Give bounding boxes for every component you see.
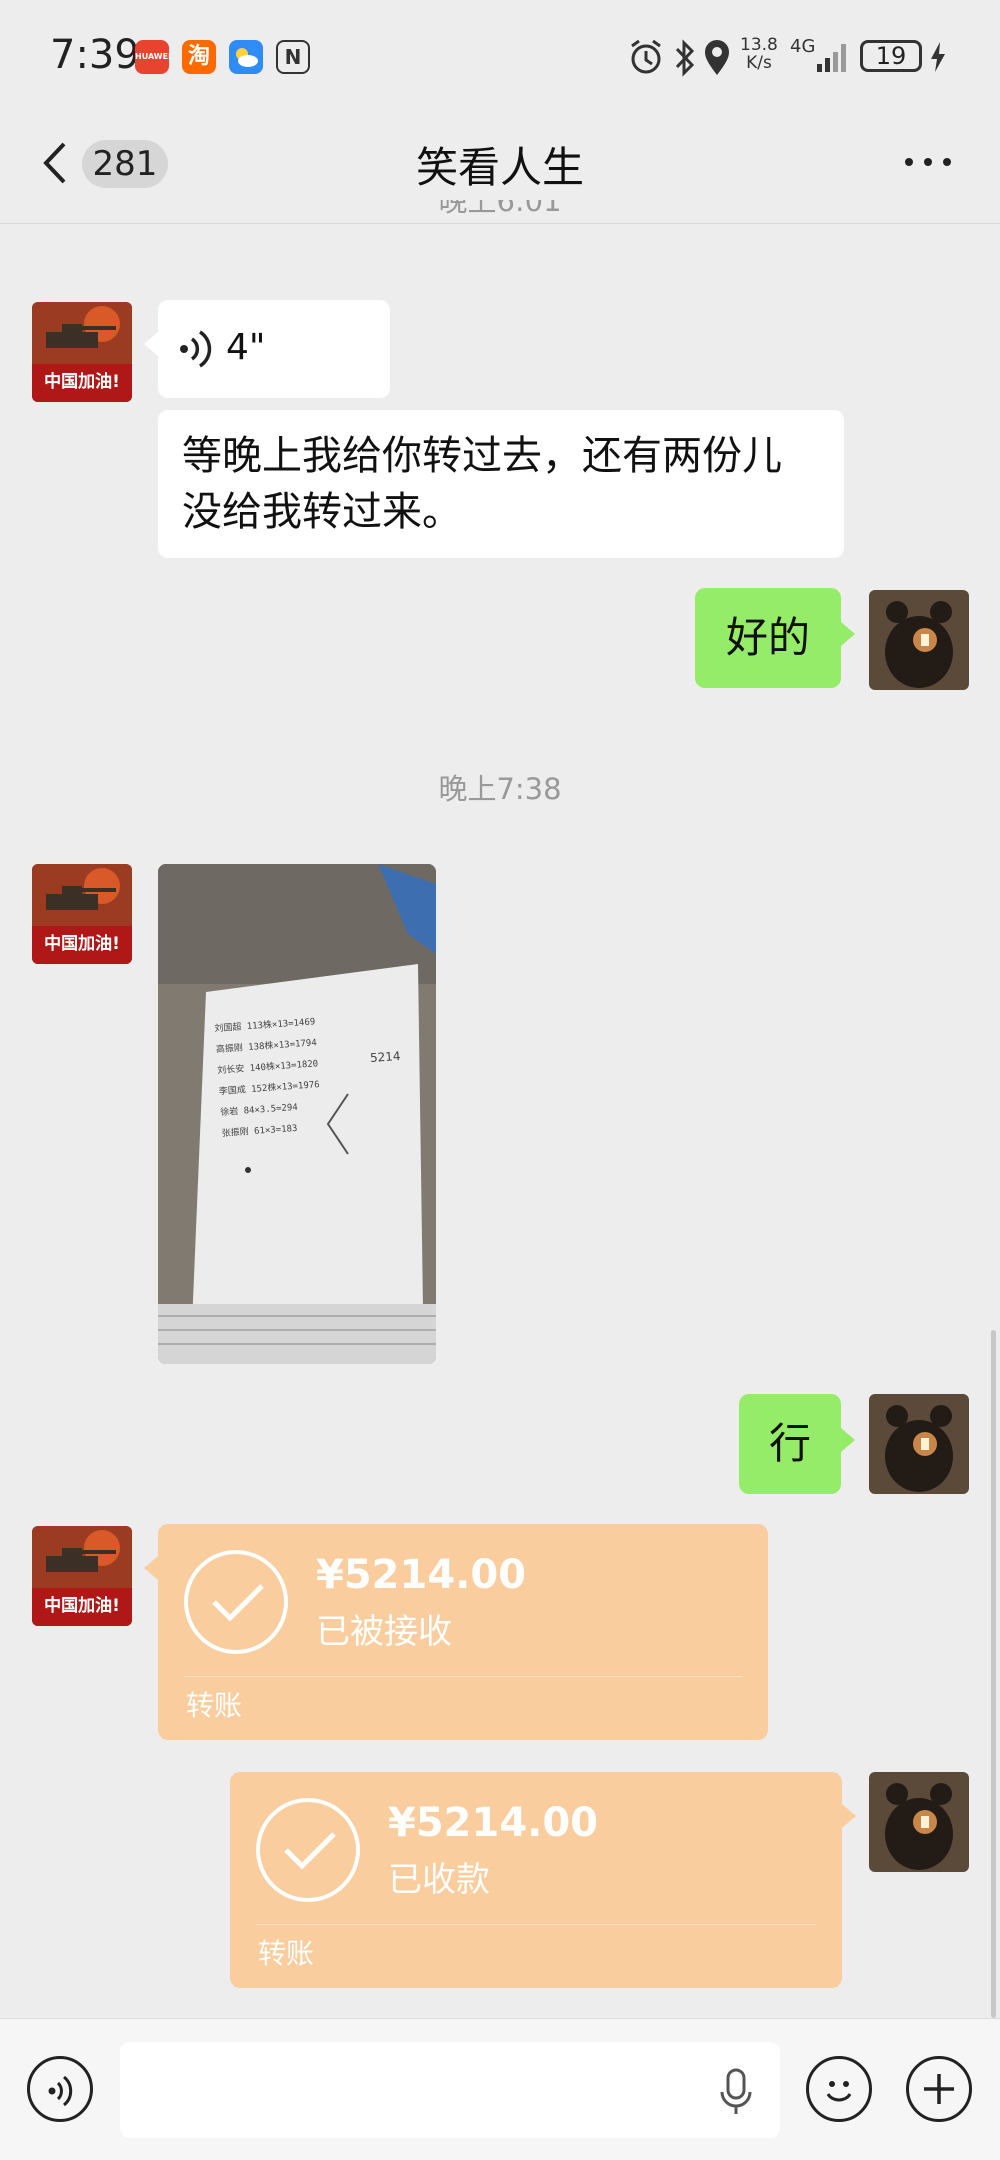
voice-input-toggle[interactable] xyxy=(27,2056,93,2122)
unread-count-badge[interactable]: 281 xyxy=(82,140,168,188)
timestamp: 晚上7:38 xyxy=(438,772,562,806)
more-options-button[interactable] xyxy=(900,142,960,182)
net-speed: 13.8 K/s xyxy=(740,35,778,73)
taobao-icon: 淘 xyxy=(182,40,216,74)
photo-total: 5214 xyxy=(369,1048,401,1066)
scrollbar[interactable] xyxy=(991,1330,996,2018)
my-avatar[interactable] xyxy=(869,1394,969,1494)
check-circle-icon xyxy=(184,1550,288,1654)
network-type: 4G xyxy=(790,36,816,57)
voice-icon xyxy=(48,2075,73,2107)
transfer-amount: ¥5214.00 xyxy=(316,1552,527,1598)
transfer-amount: ¥5214.00 xyxy=(388,1800,599,1846)
photo-message[interactable]: 刘国超 113株×13=1469 高振刚 138株×13=1794 刘长安 140株… xyxy=(158,864,436,1364)
my-avatar[interactable] xyxy=(869,1772,969,1872)
huawei-icon: HUAWEI xyxy=(135,40,171,74)
more-functions-button[interactable] xyxy=(906,2056,972,2122)
chat-title: 笑看人生 xyxy=(415,143,584,192)
photo-handwriting: 刘国超 113株×13=1469 高振刚 138株×13=1794 刘长安 140株… xyxy=(214,1017,321,1140)
transfer-divider xyxy=(184,1676,742,1677)
avatar-caption: 中国加油! xyxy=(44,1596,120,1616)
smiley-icon xyxy=(826,2081,852,2102)
my-avatar[interactable] xyxy=(869,590,969,690)
location-icon xyxy=(703,38,731,82)
reply-message-xing[interactable]: 行 xyxy=(739,1394,855,1494)
voice-wave-icon xyxy=(180,330,212,368)
weather-icon xyxy=(229,40,263,74)
reply-message-ok[interactable]: 好的 xyxy=(695,588,855,688)
transfer-status: 已收款 xyxy=(388,1860,490,1900)
back-button[interactable] xyxy=(38,138,70,192)
battery-icon: 19 xyxy=(860,40,922,72)
alarm-icon xyxy=(628,38,664,82)
message-input[interactable] xyxy=(120,2042,780,2138)
transfer-card-received[interactable]: ¥5214.00 已被接收 转账 xyxy=(144,1524,768,1740)
signal-icon xyxy=(815,40,851,78)
transfer-label: 转账 xyxy=(258,1937,315,1970)
voice-duration: 4" xyxy=(226,327,266,368)
emoji-button[interactable] xyxy=(806,2056,872,2122)
contact-avatar[interactable]: 中国加油! xyxy=(32,302,132,402)
contact-avatar[interactable]: 中国加油! xyxy=(32,864,132,964)
text-message[interactable]: 等晚上我给你转过去，还有两份儿没给我转过来。 xyxy=(158,410,844,558)
transfer-divider xyxy=(256,1924,816,1925)
status-time: 7:39 xyxy=(50,32,140,78)
transfer-label: 转账 xyxy=(186,1689,243,1722)
charging-icon xyxy=(928,40,948,78)
timestamp-partial: 晚上6:01 xyxy=(438,200,562,218)
voice-message[interactable]: 4" xyxy=(144,300,390,398)
nfc-icon: N xyxy=(276,40,310,74)
avatar-caption: 中国加油! xyxy=(44,934,120,954)
transfer-status: 已被接收 xyxy=(316,1612,452,1652)
transfer-card-collected[interactable]: ¥5214.00 已收款 转账 xyxy=(230,1772,856,1988)
check-circle-icon xyxy=(256,1798,360,1902)
contact-avatar[interactable]: 中国加油! xyxy=(32,1526,132,1626)
microphone-icon[interactable] xyxy=(716,2066,756,2122)
bluetooth-icon xyxy=(672,38,698,82)
plus-icon xyxy=(924,2074,954,2104)
avatar-caption: 中国加油! xyxy=(44,372,120,392)
